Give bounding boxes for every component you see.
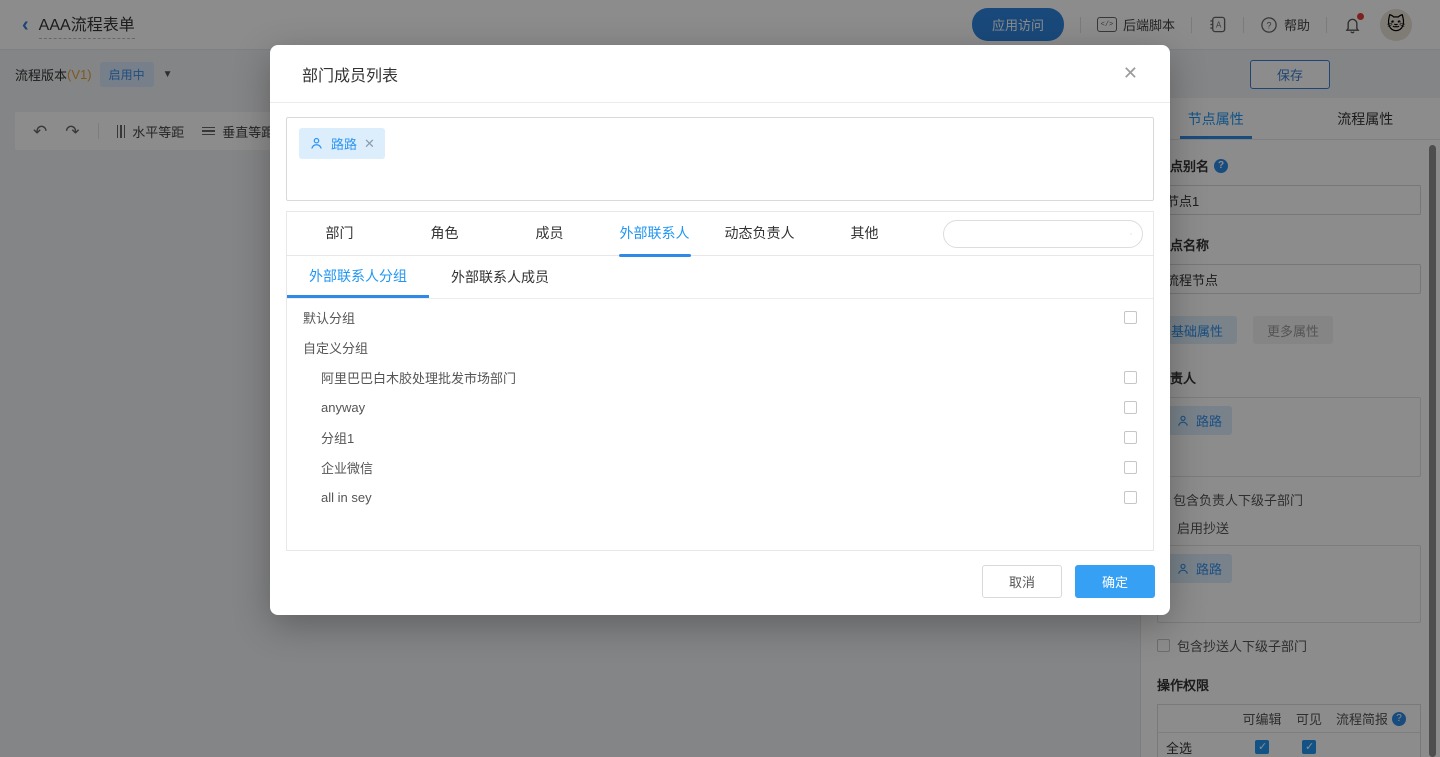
tab-department[interactable]: 部门 — [287, 212, 392, 256]
app-root: ‹ AAA流程表单 应用访问 </> 后端脚本 A — [0, 0, 1440, 757]
list-item[interactable]: 自定义分组 — [287, 332, 1153, 362]
list-item-label: 企业微信 — [303, 458, 373, 477]
group-list: 默认分组 自定义分组 阿里巴巴白木胶处理批发市场部门 anyway — [287, 299, 1153, 512]
tab-other[interactable]: 其他 — [812, 212, 917, 256]
selected-members-box[interactable]: 路路 ✕ — [286, 117, 1154, 201]
selected-member-name: 路路 — [331, 134, 357, 153]
tab-dynamic-owner[interactable]: 动态负责人 — [707, 212, 812, 256]
list-item[interactable]: anyway — [287, 392, 1153, 422]
list-item[interactable]: 企业微信 — [287, 452, 1153, 482]
subtab-external-groups[interactable]: 外部联系人分组 — [287, 256, 429, 298]
row-checkbox[interactable] — [1124, 401, 1137, 414]
list-item[interactable]: 阿里巴巴白木胶处理批发市场部门 — [287, 362, 1153, 392]
search-input[interactable] — [954, 226, 1130, 241]
search-icon[interactable] — [1130, 226, 1132, 242]
list-item[interactable]: all in sey — [287, 482, 1153, 512]
list-item[interactable]: 分组1 — [287, 422, 1153, 452]
member-picker: 部门 角色 成员 外部联系人 动态负责人 其他 外部联系人分组 外部联系 — [286, 211, 1154, 551]
remove-tag-icon[interactable]: ✕ — [364, 136, 375, 152]
close-icon[interactable]: ✕ — [1123, 63, 1138, 84]
tab-role[interactable]: 角色 — [392, 212, 497, 256]
picker-sub-tabs: 外部联系人分组 外部联系人成员 — [287, 256, 1153, 299]
row-checkbox[interactable] — [1124, 371, 1137, 384]
subtab-external-members[interactable]: 外部联系人成员 — [429, 256, 571, 298]
row-checkbox[interactable] — [1124, 431, 1137, 444]
selected-member-tag: 路路 ✕ — [299, 128, 385, 159]
tab-external-contacts[interactable]: 外部联系人 — [602, 212, 707, 256]
list-item-label: 自定义分组 — [303, 338, 368, 357]
list-item[interactable]: 默认分组 — [287, 302, 1153, 332]
cancel-button[interactable]: 取消 — [982, 565, 1062, 598]
list-item-label: all in sey — [303, 490, 372, 505]
dialog-title: 部门成员列表 — [302, 62, 398, 86]
member-picker-dialog: 部门成员列表 ✕ 路路 ✕ 部门 角色 成员 外部联系人 动 — [270, 45, 1170, 615]
list-item-label: 阿里巴巴白木胶处理批发市场部门 — [303, 368, 516, 387]
row-checkbox[interactable] — [1124, 491, 1137, 504]
person-icon — [309, 136, 324, 151]
row-checkbox[interactable] — [1124, 311, 1137, 324]
confirm-button[interactable]: 确定 — [1075, 565, 1155, 598]
search-box — [943, 220, 1143, 248]
dialog-header: 部门成员列表 ✕ — [270, 45, 1170, 103]
picker-tabs: 部门 角色 成员 外部联系人 动态负责人 其他 — [287, 212, 1153, 256]
row-checkbox[interactable] — [1124, 461, 1137, 474]
tab-member[interactable]: 成员 — [497, 212, 602, 256]
list-item-label: 默认分组 — [303, 308, 355, 327]
list-item-label: anyway — [303, 400, 365, 415]
list-item-label: 分组1 — [303, 428, 354, 447]
